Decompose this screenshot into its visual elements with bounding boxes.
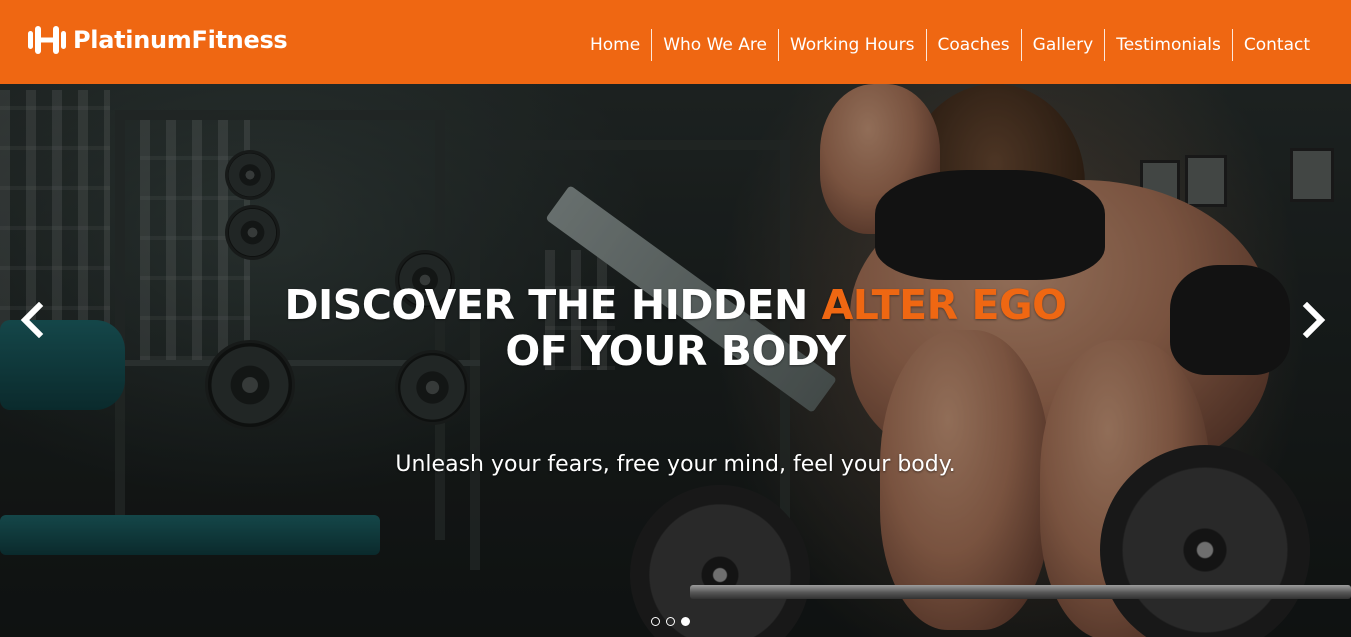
- carousel-dot-1[interactable]: [651, 617, 660, 626]
- nav-contact[interactable]: Contact: [1231, 29, 1321, 61]
- brand-name: PlatinumFitness: [73, 26, 288, 54]
- headline-part1: DISCOVER THE HIDDEN: [284, 281, 822, 329]
- nav-working-hours[interactable]: Working Hours: [777, 29, 926, 61]
- nav-who-we-are[interactable]: Who We Are: [651, 29, 778, 61]
- main-nav: Home Who We Are Working Hours Coaches Ga…: [579, 29, 1321, 61]
- chevron-right-icon: [1302, 301, 1326, 339]
- nav-gallery[interactable]: Gallery: [1020, 29, 1105, 61]
- carousel-prev-button[interactable]: [17, 301, 47, 339]
- hero-headline: DISCOVER THE HIDDEN ALTER EGO OF YOUR BO…: [0, 282, 1351, 374]
- brand-logo-link[interactable]: PlatinumFitness: [27, 24, 288, 56]
- nav-coaches[interactable]: Coaches: [925, 29, 1021, 61]
- chevron-left-icon: [20, 301, 44, 339]
- headline-line2: OF YOUR BODY: [505, 327, 846, 375]
- carousel-dot-3[interactable]: [681, 617, 690, 626]
- hero-subheadline: Unleash your fears, free your mind, feel…: [395, 452, 956, 477]
- headline-accent: ALTER EGO: [821, 281, 1067, 329]
- carousel-indicators: [648, 617, 693, 626]
- nav-testimonials[interactable]: Testimonials: [1104, 29, 1232, 61]
- carousel-next-button[interactable]: [1299, 301, 1329, 339]
- top-navbar: PlatinumFitness Home Who We Are Working …: [0, 0, 1351, 84]
- nav-home[interactable]: Home: [579, 29, 651, 61]
- carousel-dot-2[interactable]: [666, 617, 675, 626]
- dumbbell-icon: [28, 26, 66, 54]
